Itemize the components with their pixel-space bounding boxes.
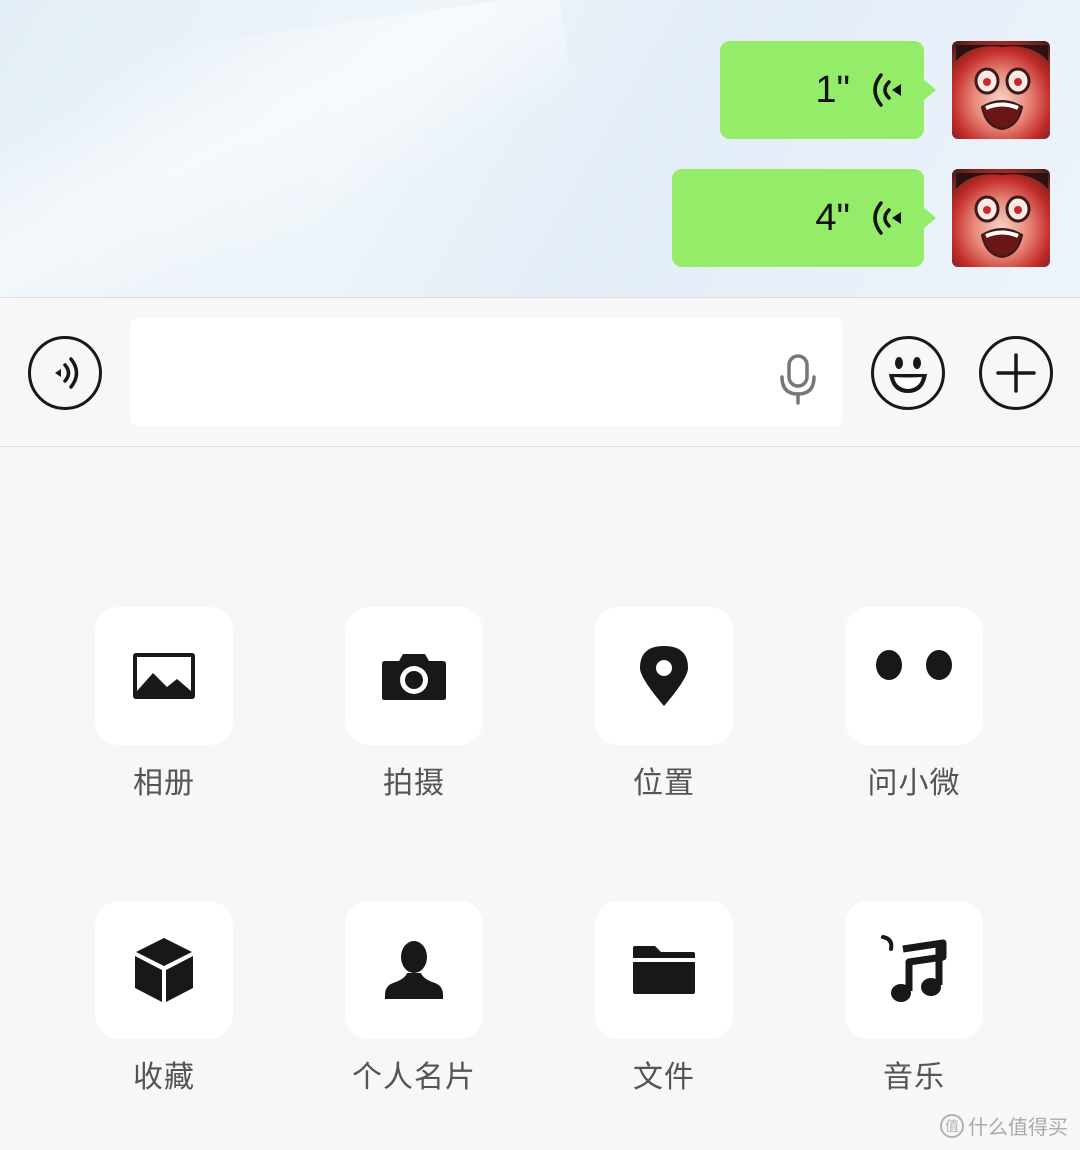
watermark: 值 什么值得买	[940, 1111, 1068, 1140]
panel-item-location[interactable]: 位置	[595, 607, 733, 802]
plus-icon	[996, 353, 1036, 393]
panel-tile[interactable]	[345, 901, 483, 1039]
chat-area: 1" 4"	[0, 0, 1080, 297]
panel-item-label: 拍摄	[383, 766, 445, 801]
panel-tile[interactable]	[345, 607, 483, 745]
panel-item-favorites[interactable]: 收藏	[95, 901, 233, 1096]
voice-duration: 4"	[815, 196, 850, 239]
panel-item-album[interactable]: 相册	[95, 607, 233, 802]
panel-tile[interactable]	[95, 607, 233, 745]
emoji-button[interactable]	[871, 336, 945, 410]
panel-item-label: 文件	[633, 1060, 695, 1095]
watermark-logo-icon: 值	[940, 1113, 964, 1138]
voice-message-bubble[interactable]: 1"	[720, 41, 936, 139]
watermark-text: 什么值得买	[968, 1115, 1068, 1139]
panel-tile[interactable]	[845, 607, 983, 745]
panel-item-camera[interactable]: 拍摄	[345, 607, 483, 802]
voice-mode-icon	[55, 357, 79, 389]
panel-item-contact-card[interactable]: 个人名片	[345, 901, 483, 1096]
file-icon	[633, 946, 695, 994]
panel-tile[interactable]	[595, 607, 733, 745]
xiaowei-icon	[876, 650, 952, 680]
panel-item-label: 音乐	[883, 1060, 945, 1095]
favorites-icon	[135, 938, 193, 1002]
voice-duration: 1"	[815, 68, 850, 111]
panel-item-xiaowei[interactable]: 问小微	[845, 607, 983, 802]
panel-tile[interactable]	[95, 901, 233, 1039]
microphone-icon[interactable]	[776, 353, 820, 405]
input-bar	[0, 297, 1080, 447]
panel-item-label: 相册	[133, 766, 195, 801]
voice-wave-icon	[873, 201, 901, 235]
panel-item-music[interactable]: 音乐	[845, 901, 983, 1096]
voice-mode-button[interactable]	[28, 336, 102, 410]
emoji-icon	[889, 357, 927, 393]
panel-item-label: 收藏	[133, 1060, 195, 1095]
contact-card-icon	[385, 941, 443, 999]
panel-item-label: 问小微	[867, 766, 961, 801]
avatar[interactable]	[952, 41, 1050, 139]
location-icon	[640, 646, 688, 706]
message-row: 1"	[720, 41, 1050, 139]
panel-item-label: 个人名片	[352, 1060, 476, 1095]
music-icon	[881, 935, 947, 1002]
voice-message-bubble[interactable]: 4"	[672, 169, 936, 267]
more-actions-button[interactable]	[979, 336, 1053, 410]
panel-item-label: 位置	[633, 766, 695, 801]
album-icon	[133, 653, 195, 699]
camera-icon	[382, 654, 446, 700]
panel-tile[interactable]	[595, 901, 733, 1039]
voice-wave-icon	[873, 73, 901, 107]
panel-item-file[interactable]: 文件	[595, 901, 733, 1096]
panel-tile[interactable]	[845, 901, 983, 1039]
message-input[interactable]	[130, 318, 842, 426]
avatar[interactable]	[952, 169, 1050, 267]
message-row: 4"	[672, 169, 1050, 267]
